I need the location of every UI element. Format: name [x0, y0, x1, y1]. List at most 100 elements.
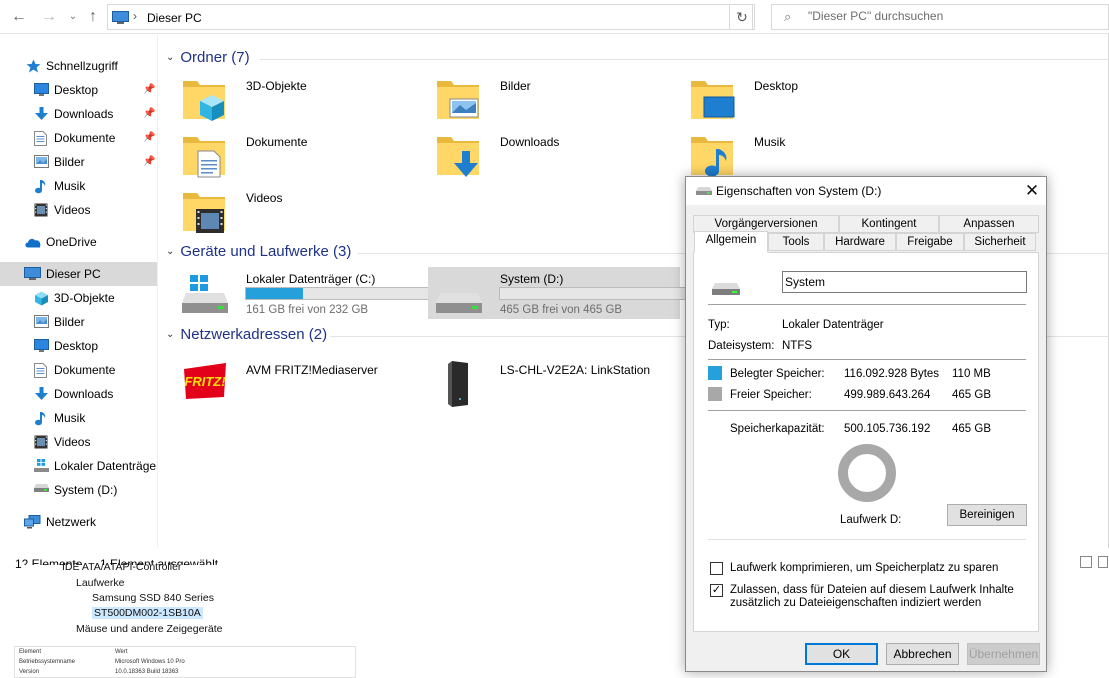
documents-folder-icon — [182, 133, 226, 178]
desktop-icon — [34, 339, 49, 353]
sidebar-item-label: Downloads — [54, 107, 114, 121]
device-tree-row[interactable]: ST500DM002-1SB10A — [92, 607, 203, 619]
sidebar-item-label: Lokaler Datenträger — [54, 459, 157, 473]
free-space-label: Freier Speicher: — [730, 389, 812, 401]
search-input[interactable] — [808, 9, 1088, 23]
sidebar-item-dokumente[interactable]: Dokumente — [0, 358, 157, 382]
folder-tile-downloads[interactable]: Downloads — [428, 129, 678, 181]
tab-anpassen[interactable]: Anpassen — [939, 215, 1039, 233]
sidebar-item-label: Musik — [54, 411, 86, 425]
recent-locations-chevron-icon[interactable]: ⌄ — [62, 6, 84, 28]
pin-icon[interactable]: 📌 — [143, 126, 155, 150]
cancel-button[interactable]: Abbrechen — [886, 643, 959, 665]
sidebar-item-lokaler-datenträger[interactable]: Lokaler Datenträger — [0, 454, 157, 478]
group-header-devices[interactable]: ⌄ Geräte und Laufwerke (3) — [166, 243, 351, 263]
close-icon[interactable]: ✕ — [1017, 177, 1047, 205]
3d-objects-icon — [34, 291, 49, 306]
folder-tile-3d-objekte[interactable]: 3D-Objekte — [174, 73, 424, 125]
device-tree-row[interactable]: IDE ATA/ATAPI-Controller — [62, 561, 181, 573]
group-divider — [260, 59, 1109, 60]
tab-kontingent[interactable]: Kontingent — [839, 215, 939, 233]
sidebar-item-musik[interactable]: Musik — [0, 406, 157, 430]
tab-freigabe[interactable]: Freigabe — [896, 233, 964, 251]
drive-name-input[interactable] — [782, 271, 1027, 293]
sidebar-item-bilder[interactable]: Bilder 📌 — [0, 150, 157, 174]
tab-hardware[interactable]: Hardware — [824, 233, 896, 251]
sysinfo-cell: Betriebssystemname — [19, 659, 76, 665]
sidebar-item-system-d-[interactable]: System (D:) — [0, 478, 157, 502]
folder-tile-bilder[interactable]: Bilder — [428, 73, 678, 125]
nas-icon — [436, 361, 480, 407]
drive-tile-d[interactable]: System (D:) 465 GB frei von 465 GB — [428, 267, 688, 319]
sidebar-item-bilder[interactable]: Bilder — [0, 310, 157, 334]
folder-tile-videos[interactable]: Videos — [174, 185, 424, 237]
divider — [708, 410, 1026, 411]
sidebar-item-label: Videos — [54, 435, 91, 449]
sidebar-network[interactable]: Netzwerk — [0, 510, 157, 534]
details-view-icon[interactable] — [1080, 556, 1092, 568]
device-tree-row[interactable]: Mäuse und andere Zeigegeräte — [76, 623, 223, 635]
group-header-network[interactable]: ⌄ Netzwerkadressen (2) — [166, 326, 327, 346]
device-tree-row[interactable]: Laufwerke — [76, 577, 124, 589]
folder-name: Dokumente — [246, 135, 308, 149]
device-tree-row[interactable]: Samsung SSD 840 Series — [92, 592, 214, 604]
this-pc-icon — [112, 11, 129, 24]
drive-tile-c[interactable]: Lokaler Datenträger (C:) 161 GB frei von … — [174, 267, 434, 319]
sidebar-item-label: 3D-Objekte — [54, 291, 115, 305]
sidebar-item-label: Dokumente — [54, 363, 116, 377]
star-icon — [26, 59, 41, 73]
forward-arrow-icon[interactable]: → — [38, 6, 60, 28]
sidebar-item-label: Dokumente — [54, 131, 116, 145]
index-checkbox[interactable]: ✓ — [710, 584, 723, 597]
ok-button[interactable]: OK — [805, 643, 878, 665]
documents-icon — [34, 131, 49, 146]
network-item-name: LS-CHL-V2E2A: LinkStation — [500, 363, 651, 377]
refresh-icon[interactable]: ↻ — [729, 4, 755, 30]
folder-name: Videos — [246, 191, 283, 205]
sidebar-quick-access[interactable]: Schnellzugriff — [0, 54, 157, 78]
cleanup-button[interactable]: Bereinigen — [947, 504, 1027, 526]
sysinfo-cell: Microsoft Windows 10 Pro — [115, 659, 185, 665]
breadcrumb-this-pc[interactable]: Dieser PC — [147, 11, 202, 25]
network-item-linkstation[interactable]: LS-CHL-V2E2A: LinkStation — [428, 357, 678, 409]
network-item-fritz[interactable]: FRITZ! AVM FRITZ!Mediaserver — [174, 357, 424, 409]
folder-name: Musik — [754, 135, 786, 149]
back-arrow-icon[interactable]: ← — [8, 6, 30, 28]
sidebar-item-desktop[interactable]: Desktop 📌 — [0, 78, 157, 102]
sidebar-item-videos[interactable]: Videos — [0, 430, 157, 454]
sidebar-this-pc[interactable]: Dieser PC — [0, 262, 157, 286]
tab-allgemein[interactable]: Allgemein — [694, 231, 768, 253]
tab-tools[interactable]: Tools — [768, 233, 824, 251]
address-field[interactable]: › Dieser PC ⌄ — [107, 4, 825, 30]
folder-tile-desktop[interactable]: Desktop — [682, 73, 932, 125]
tab-sicherheit[interactable]: Sicherheit — [964, 233, 1036, 251]
up-arrow-icon[interactable]: ↑ — [82, 6, 104, 28]
sidebar-item-videos[interactable]: Videos — [0, 198, 157, 222]
group-header-folders[interactable]: ⌄ Ordner (7) — [166, 49, 250, 69]
sidebar-item-desktop[interactable]: Desktop — [0, 334, 157, 358]
pin-icon[interactable]: 📌 — [143, 78, 155, 102]
capacity-bytes: 500.105.736.192 — [844, 423, 931, 435]
capacity-size: 465 GB — [952, 423, 991, 435]
folder-tile-dokumente[interactable]: Dokumente — [174, 129, 424, 181]
sysinfo-cell: Version — [19, 669, 40, 675]
filesystem-label: Dateisystem: — [708, 340, 775, 352]
sidebar-onedrive[interactable]: OneDrive — [0, 230, 157, 254]
sidebar-item-downloads[interactable]: Downloads 📌 — [0, 102, 157, 126]
search-box[interactable]: ⌕ — [771, 4, 1109, 30]
compress-checkbox[interactable] — [710, 562, 723, 575]
sidebar-item-downloads[interactable]: Downloads — [0, 382, 157, 406]
pin-icon[interactable]: 📌 — [143, 102, 155, 126]
pin-icon[interactable]: 📌 — [143, 150, 155, 174]
folder-tile-musik[interactable]: Musik — [682, 129, 932, 181]
free-space-swatch — [708, 387, 722, 401]
videos-folder-icon — [182, 189, 226, 233]
music-icon — [34, 179, 49, 194]
sidebar-item-dokumente[interactable]: Dokumente 📌 — [0, 126, 157, 150]
sidebar-item-3d-objekte[interactable]: 3D-Objekte — [0, 286, 157, 310]
properties-dialog: Eigenschaften von System (D:) ✕ Vorgänge… — [685, 176, 1047, 672]
apply-button[interactable]: Übernehmen — [967, 643, 1040, 665]
tiles-view-icon[interactable] — [1098, 556, 1108, 568]
chevron-down-icon: ⌄ — [166, 246, 175, 257]
sidebar-item-musik[interactable]: Musik — [0, 174, 157, 198]
